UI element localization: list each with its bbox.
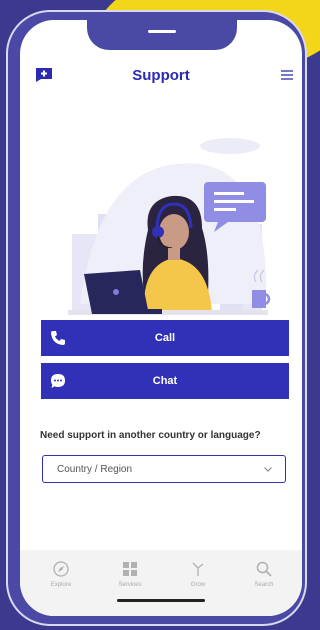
country-region-value: Country / Region <box>57 463 133 475</box>
call-label: Call <box>154 332 176 344</box>
call-button[interactable]: Call <box>41 320 289 356</box>
tab-label: Search <box>254 582 274 588</box>
tab-explore[interactable]: Explore <box>31 560 91 588</box>
app-header: Support <box>20 62 302 92</box>
search-icon <box>256 561 272 577</box>
bottom-tab-bar: Explore Services Grow Search <box>20 550 302 616</box>
page-title: Support <box>132 67 190 84</box>
tab-label: Explore <box>50 582 72 588</box>
chat-label: Chat <box>152 375 178 387</box>
tab-label: Grow <box>190 582 206 588</box>
tab-services[interactable]: Services <box>100 560 160 588</box>
country-region-select[interactable]: Country / Region <box>42 455 286 483</box>
chevron-down-icon <box>263 464 273 474</box>
chat-button[interactable]: Chat <box>41 363 289 399</box>
notch-speaker <box>148 30 176 33</box>
tab-label: Services <box>118 582 142 588</box>
chat-bubble-icon <box>49 372 67 390</box>
home-indicator[interactable] <box>117 599 205 602</box>
tab-search[interactable]: Search <box>234 560 294 588</box>
menu-icon[interactable] <box>280 68 294 82</box>
tab-grow[interactable]: Grow <box>168 560 228 588</box>
sprout-icon <box>192 562 204 576</box>
compass-icon <box>53 561 69 577</box>
other-country-question: Need support in another country or langu… <box>40 430 261 441</box>
support-agent-illustration <box>68 138 271 315</box>
app-screen: Support Call Chat Need support in anothe… <box>20 20 302 616</box>
grid-icon <box>123 562 137 576</box>
phone-icon <box>49 329 67 347</box>
phone-notch <box>87 20 237 50</box>
